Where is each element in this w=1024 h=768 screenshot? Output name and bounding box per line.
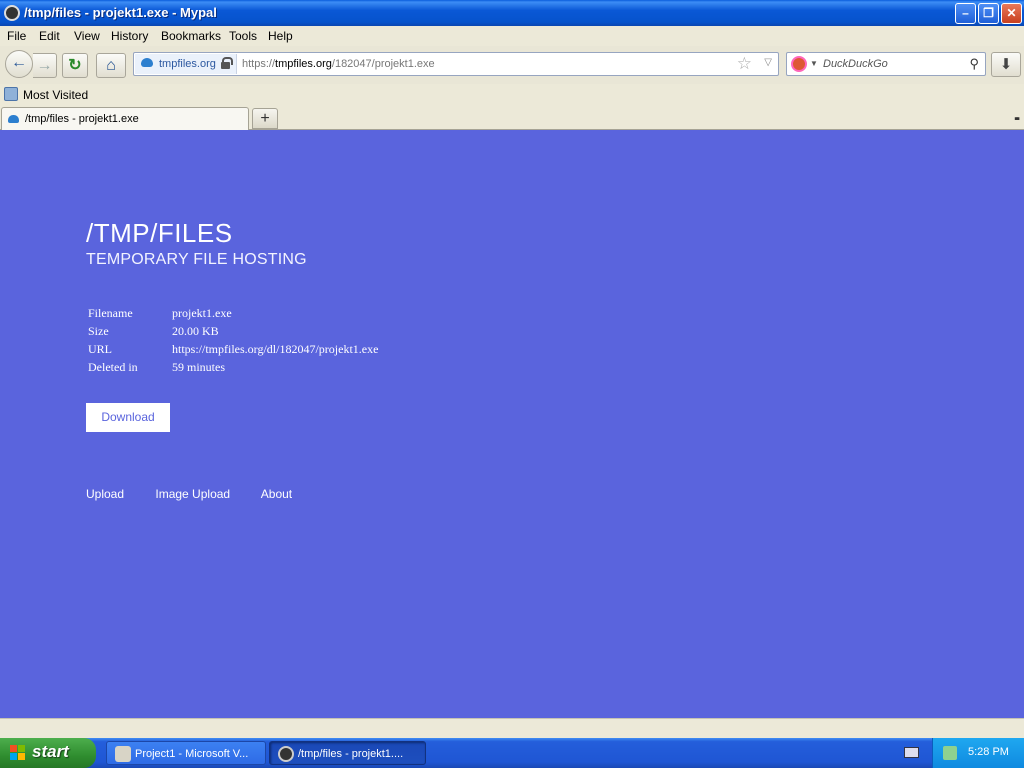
tab-label: /tmp/files - projekt1.exe: [25, 113, 139, 125]
menu-bookmarks[interactable]: Bookmarks: [161, 29, 221, 43]
url-history-dropdown-icon[interactable]: ▽: [764, 57, 772, 68]
about-link[interactable]: About: [261, 487, 292, 501]
visual-basic-icon: [115, 746, 131, 762]
menu-file[interactable]: File: [7, 29, 26, 43]
info-value: projekt1.exe: [172, 305, 232, 320]
most-visited-bookmark[interactable]: Most Visited: [23, 88, 88, 102]
table-row: Size 20.00 KB: [86, 322, 380, 340]
taskbar-item-vb-project[interactable]: Project1 - Microsoft V...: [106, 741, 266, 765]
duckduckgo-icon[interactable]: [791, 56, 807, 72]
table-row: Filename projekt1.exe: [86, 304, 380, 322]
info-key: Size: [88, 323, 109, 338]
table-row: Deleted in 59 minutes: [86, 358, 380, 376]
info-key: URL: [88, 341, 112, 356]
mypal-taskbar-icon: [278, 746, 294, 762]
url-bar[interactable]: tmpfiles.org https://tmpfiles.org/182047…: [133, 52, 779, 76]
search-input[interactable]: DuckDuckGo: [823, 58, 888, 70]
network-tray-icon[interactable]: [943, 746, 957, 760]
taskbar-item-label: /tmp/files - projekt1....: [298, 748, 404, 760]
search-icon[interactable]: ⚲: [969, 56, 979, 72]
windows-flag-icon: [10, 745, 26, 761]
info-key: Deleted in: [88, 359, 138, 374]
site-identity-button[interactable]: tmpfiles.org: [135, 54, 237, 74]
taskbar-item-mypal[interactable]: /tmp/files - projekt1....: [269, 741, 426, 765]
file-info-table: Filename projekt1.exe Size 20.00 KB URL …: [86, 304, 380, 376]
back-button[interactable]: ←: [5, 50, 33, 78]
status-bar: [0, 718, 1024, 738]
info-value: 20.00 KB: [172, 323, 219, 338]
menu-view[interactable]: View: [74, 29, 100, 43]
tab-strip: /tmp/files - projekt1.exe + ▪▪: [0, 106, 1024, 131]
taskbar: start Project1 - Microsoft V... /tmp/fil…: [0, 738, 1024, 768]
home-button[interactable]: ⌂: [96, 53, 126, 78]
keyboard-icon[interactable]: [904, 747, 919, 758]
image-upload-link[interactable]: Image Upload: [155, 487, 230, 501]
bookmarks-toolbar: Most Visited: [0, 84, 1024, 106]
footer-nav: Upload Image Upload About: [86, 487, 320, 501]
menu-help[interactable]: Help: [268, 29, 293, 43]
lock-icon: [221, 57, 233, 69]
download-button[interactable]: Download: [86, 403, 170, 432]
menu-tools[interactable]: Tools: [229, 29, 257, 43]
most-visited-folder-icon: [4, 87, 18, 101]
minimize-button[interactable]: –: [955, 3, 976, 24]
restore-button[interactable]: ❐: [978, 3, 999, 24]
url-text[interactable]: https://tmpfiles.org/182047/projekt1.exe: [242, 58, 435, 70]
menu-bar: File Edit View History Bookmarks Tools H…: [0, 26, 1024, 46]
tab-favicon-icon: [8, 115, 19, 123]
menu-history[interactable]: History: [111, 29, 148, 43]
system-tray: 5:28 PM: [932, 738, 1024, 768]
close-button[interactable]: ✕: [1001, 3, 1022, 24]
downloads-button[interactable]: ⬇: [991, 52, 1021, 77]
start-button[interactable]: start: [0, 738, 96, 768]
page-subtitle: TEMPORARY FILE HOSTING: [86, 251, 307, 268]
search-engine-dropdown-icon[interactable]: ▼: [810, 59, 818, 68]
site-cloud-icon: [141, 58, 153, 67]
mypal-app-icon: [4, 5, 20, 21]
clock[interactable]: 5:28 PM: [968, 746, 1009, 758]
window-title: /tmp/files - projekt1.exe - Mypal: [24, 5, 217, 20]
identity-site-label: tmpfiles.org: [159, 58, 216, 70]
new-tab-button[interactable]: +: [252, 108, 278, 129]
page-content: /TMP/FILES TEMPORARY FILE HOSTING Filena…: [0, 130, 1024, 718]
start-label: start: [32, 742, 69, 761]
info-key: Filename: [88, 305, 133, 320]
navigation-toolbar: ← → ↻ ⌂ tmpfiles.org https://tmpfiles.or…: [0, 46, 1024, 84]
window-title-bar[interactable]: /tmp/files - projekt1.exe - Mypal – ❐ ✕: [0, 0, 1024, 26]
menu-edit[interactable]: Edit: [39, 29, 60, 43]
url-host: tmpfiles.org: [275, 58, 332, 70]
info-value: 59 minutes: [172, 359, 225, 374]
url-path: /182047/projekt1.exe: [331, 58, 435, 70]
info-value: https://tmpfiles.org/dl/182047/projekt1.…: [172, 341, 379, 356]
upload-link[interactable]: Upload: [86, 487, 124, 501]
forward-button[interactable]: →: [33, 53, 57, 78]
bookmark-star-icon[interactable]: ☆: [737, 54, 752, 74]
reload-button[interactable]: ↻: [62, 53, 88, 78]
tab-tmpfiles[interactable]: /tmp/files - projekt1.exe: [1, 107, 249, 131]
taskbar-item-label: Project1 - Microsoft V...: [135, 748, 249, 760]
table-row: URL https://tmpfiles.org/dl/182047/proje…: [86, 340, 380, 358]
page-title: /TMP/FILES: [86, 218, 233, 248]
search-bar[interactable]: ▼ DuckDuckGo ⚲: [786, 52, 986, 76]
url-prefix: https://: [242, 58, 276, 70]
tab-list-icon[interactable]: ▪▪: [1014, 113, 1020, 125]
